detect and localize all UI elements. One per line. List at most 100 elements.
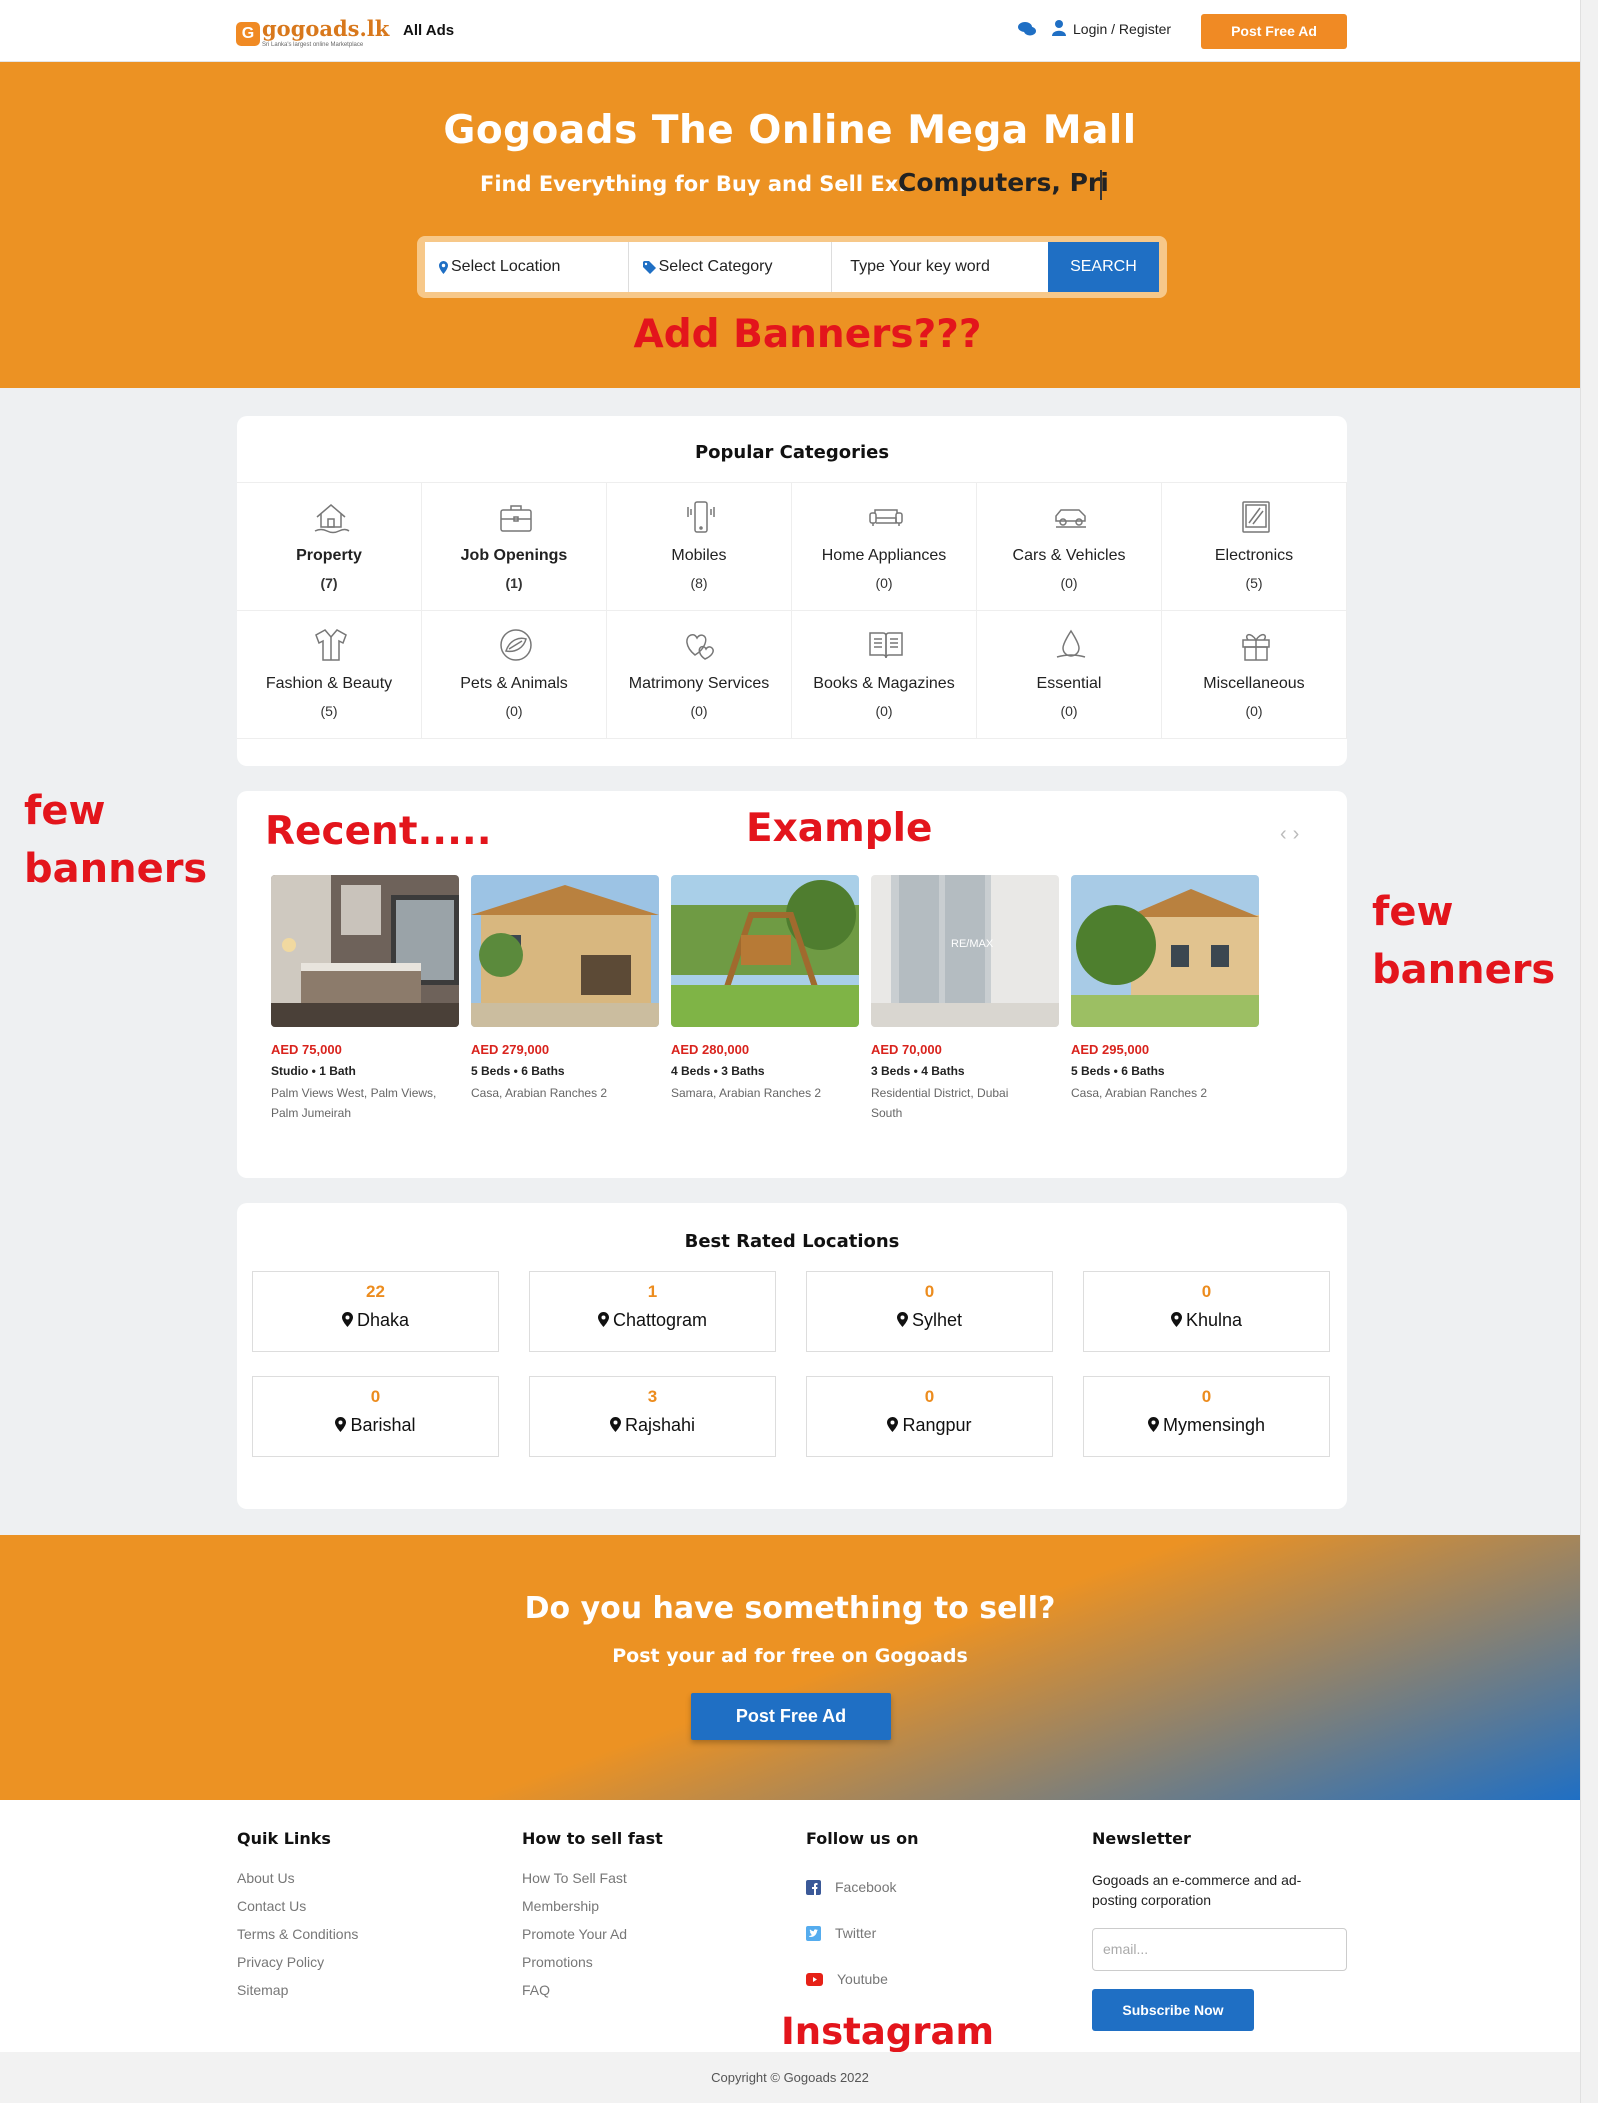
annotation-right-line1: few	[1372, 889, 1454, 935]
category-cars-vehicles[interactable]: Cars & Vehicles (0)	[977, 483, 1162, 611]
login-link[interactable]: Login	[1073, 21, 1107, 37]
post-free-ad-button[interactable]: Post Free Ad	[1201, 14, 1347, 49]
category-count: (0)	[1060, 575, 1078, 591]
listing-location: Casa, Arabian Ranches 2	[471, 1086, 608, 1100]
map-marker-icon	[597, 1312, 609, 1327]
footer-link-promote[interactable]: Promote Your Ad	[522, 1926, 627, 1942]
listing-price: AED 279,000	[471, 1042, 550, 1057]
location-name: Barishal	[350, 1415, 416, 1435]
location-name: Dhaka	[356, 1310, 410, 1330]
listing-specs: 4 Beds • 3 Baths	[671, 1064, 765, 1078]
search-bar: Select Location Select Category Type You…	[417, 236, 1167, 298]
copyright-bar: Copyright © Gogoads 2022	[0, 2052, 1580, 2103]
gift-icon	[1242, 633, 1270, 661]
site-logo[interactable]: G gogoads.lk Sri Lanka's largest online …	[236, 18, 389, 48]
location-count: 22	[366, 1282, 385, 1301]
chevron-left-icon[interactable]: ‹	[1280, 823, 1293, 845]
category-pets-animals[interactable]: Pets & Animals (0)	[422, 611, 607, 739]
category-mobiles[interactable]: Mobiles (8)	[607, 483, 792, 611]
category-matrimony-services[interactable]: Matrimony Services (0)	[607, 611, 792, 739]
footer-twitter-link[interactable]: Twitter	[806, 1925, 876, 1941]
location-sylhet[interactable]: 0 Sylhet	[806, 1271, 1053, 1352]
location-chattogram[interactable]: 1 Chattogram	[529, 1271, 776, 1352]
subscribe-now-button[interactable]: Subscribe Now	[1092, 1989, 1254, 2031]
chat-icon[interactable]	[1018, 22, 1036, 36]
footer-facebook-link[interactable]: Facebook	[806, 1879, 896, 1895]
location-name: Mymensingh	[1162, 1415, 1266, 1435]
category-electronics[interactable]: Electronics (5)	[1162, 483, 1347, 611]
category-essential[interactable]: Essential (0)	[977, 611, 1162, 739]
hero-section: Gogoads The Online Mega Mall Find Everyt…	[0, 62, 1580, 388]
listing-photo	[1071, 875, 1259, 1027]
register-link[interactable]: / Register	[1111, 21, 1171, 37]
location-select[interactable]: Select Location	[425, 242, 629, 292]
map-marker-icon	[609, 1417, 621, 1432]
footer-youtube-label: Youtube	[837, 1971, 888, 1987]
location-barishal[interactable]: 0 Barishal	[252, 1376, 499, 1457]
cta-post-free-ad-button[interactable]: Post Free Ad	[691, 1693, 891, 1740]
footer-link-how-to-sell[interactable]: How To Sell Fast	[522, 1870, 627, 1886]
carousel-arrows[interactable]: ‹›	[1280, 823, 1305, 846]
listing-specs: Studio • 1 Bath	[271, 1064, 356, 1078]
listing-card[interactable]: AED 295,000 5 Beds • 6 Baths Casa, Arabi…	[1071, 875, 1259, 1100]
car-icon	[1055, 509, 1086, 528]
location-count: 0	[1201, 1282, 1212, 1301]
category-miscellaneous[interactable]: Miscellaneous (0)	[1162, 611, 1347, 739]
map-marker-icon	[439, 260, 448, 274]
location-khulna[interactable]: 0 Khulna	[1083, 1271, 1330, 1352]
footer-link-membership[interactable]: Membership	[522, 1898, 599, 1914]
footer-link-faq[interactable]: FAQ	[522, 1982, 550, 1998]
category-name: Books & Magazines	[813, 675, 955, 692]
location-dhaka[interactable]: 22 Dhaka	[252, 1271, 499, 1352]
chevron-right-icon[interactable]: ›	[1293, 823, 1306, 845]
location-name-wrap: Dhaka	[253, 1310, 498, 1331]
logo-tagline: Sri Lanka's largest online Marketplace	[262, 42, 364, 48]
tag-icon	[642, 260, 656, 274]
footer-sell-fast: How to sell fast How To Sell Fast Member…	[522, 1829, 772, 1998]
category-count: (7)	[320, 575, 338, 591]
location-rangpur[interactable]: 0 Rangpur	[806, 1376, 1053, 1457]
footer-facebook-label: Facebook	[835, 1879, 897, 1895]
facebook-icon	[806, 1879, 821, 1895]
listing-card[interactable]: AED 280,000 4 Beds • 3 Baths Samara, Ara…	[671, 875, 859, 1100]
all-ads-link[interactable]: All Ads	[403, 22, 454, 39]
category-home-appliances[interactable]: Home Appliances (0)	[792, 483, 977, 611]
category-job-openings[interactable]: Job Openings (1)	[422, 483, 607, 611]
keyword-input[interactable]: Type Your key word	[832, 242, 1048, 292]
map-marker-icon	[896, 1312, 908, 1327]
category-count: (0)	[1060, 703, 1078, 719]
briefcase-icon	[500, 505, 532, 532]
map-marker-icon	[887, 1417, 899, 1432]
footer-link-contact[interactable]: Contact Us	[237, 1898, 306, 1914]
location-name: Rangpur	[902, 1415, 972, 1435]
newsletter-email-input[interactable]: email...	[1092, 1928, 1347, 1971]
search-button[interactable]: SEARCH	[1047, 242, 1159, 292]
footer-link-promotions[interactable]: Promotions	[522, 1954, 593, 1970]
listing-price: AED 70,000	[871, 1042, 942, 1057]
category-books-magazines[interactable]: Books & Magazines (0)	[792, 611, 977, 739]
listing-card[interactable]: AED 75,000 Studio • 1 Bath Palm Views We…	[271, 875, 459, 1120]
category-select[interactable]: Select Category	[629, 242, 833, 292]
location-mymensingh[interactable]: 0 Mymensingh	[1083, 1376, 1330, 1457]
footer-link-privacy[interactable]: Privacy Policy	[237, 1954, 324, 1970]
footer-youtube-link[interactable]: Youtube	[806, 1971, 888, 1987]
footer-link-terms[interactable]: Terms & Conditions	[237, 1926, 358, 1942]
location-rajshahi[interactable]: 3 Rajshahi	[529, 1376, 776, 1457]
category-fashion-beauty[interactable]: Fashion & Beauty (5)	[237, 611, 422, 739]
footer-link-about[interactable]: About Us	[237, 1870, 295, 1886]
category-property[interactable]: Property (7)	[237, 483, 422, 611]
map-marker-icon	[1170, 1312, 1182, 1327]
sell-cta-section: Do you have something to sell? Post your…	[0, 1535, 1580, 1800]
location-name-wrap: Rangpur	[807, 1415, 1052, 1436]
location-select-label: Select Location	[451, 258, 561, 275]
navbar: G gogoads.lk Sri Lanka's largest online …	[0, 0, 1580, 62]
listing-watermark: RE/MAX	[951, 938, 994, 950]
page-scrollbar[interactable]	[1580, 0, 1598, 2103]
listing-card[interactable]: RE/MAX AED 70,000 3 Beds • 4 Baths Resid…	[871, 875, 1059, 1120]
best-rated-locations-card: Best Rated Locations 22 Dhaka 1 Chattogr…	[237, 1203, 1347, 1509]
footer-link-sitemap[interactable]: Sitemap	[237, 1982, 288, 1998]
category-name: Matrimony Services	[628, 675, 770, 692]
pet-icon	[500, 629, 532, 661]
location-count: 0	[924, 1282, 935, 1301]
listing-card[interactable]: AED 279,000 5 Beds • 6 Baths Casa, Arabi…	[471, 875, 659, 1100]
